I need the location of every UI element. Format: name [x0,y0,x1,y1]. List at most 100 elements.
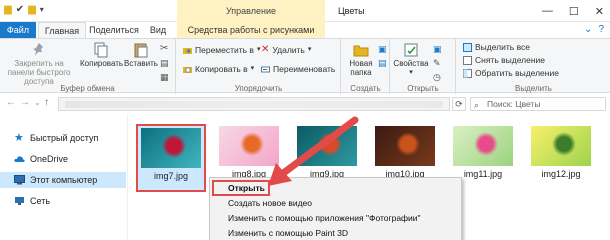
file-item-img11[interactable]: img11.jpg [448,124,518,179]
copy-path-icon[interactable]: ▤ [160,57,169,69]
folder-move-icon [183,47,192,54]
thumbnail-img11 [453,126,513,166]
properties-quick-icon[interactable]: ✔ [16,4,24,16]
recent-locations-icon[interactable]: ⌄ [34,98,41,107]
address-bar[interactable] [58,97,450,111]
customize-qat-icon[interactable]: ▾ [40,4,44,16]
up-icon[interactable]: ↑ [44,97,49,108]
maximize-button[interactable]: ☐ [569,5,579,18]
organize-group-label: Упорядочить [234,84,283,93]
delete-icon: ✕ [261,44,270,55]
chevron-down-icon: ▾ [409,69,413,76]
sidebar-item-network[interactable]: Сеть [0,193,126,209]
open-group-label: Открыть [407,84,439,93]
easy-access-icon[interactable]: ▤ [378,57,387,69]
open-icon[interactable]: ▣ [433,43,442,55]
forward-icon[interactable]: → [20,97,30,108]
title-bar: ▆ ✔ ▆ ▾ Управление Цветы — ☐ ✕ [0,0,610,22]
copy-to-button[interactable]: Копировать в ▾ [183,63,254,75]
invert-selection-button[interactable]: Обратить выделение [463,67,559,79]
tab-file[interactable]: Файл [0,22,36,38]
move-to-label: Переместить в [195,45,254,55]
properties-button[interactable]: Свойства ▾ [393,42,429,77]
help-icon[interactable]: ? [598,24,604,35]
address-path-blurred [65,101,443,108]
select-all-button[interactable]: Выделить все [463,41,530,53]
menu-item-create-video[interactable]: Создать новое видео [210,196,461,211]
file-item-img10[interactable]: img10.jpg [370,124,440,179]
delete-button[interactable]: ✕ Удалить ▾ [261,44,311,56]
new-item-icon[interactable]: ▣ [378,43,387,55]
copy-label: Копировать [80,59,124,68]
search-placeholder: Поиск: Цветы [487,99,541,109]
folder-copy-icon [183,66,192,73]
refresh-icon[interactable]: ⟳ [452,97,466,111]
tab-picture-tools[interactable]: Средства работы с рисунками [177,22,325,38]
menu-item-edit-paint3d[interactable]: Изменить с помощью Paint 3D [210,226,461,240]
sidebar-item-quick-access[interactable]: ★ Быстрый доступ [0,130,126,146]
thumbnail-img10 [375,126,435,166]
clipboard-group-label: Буфер обмена [60,84,115,93]
explorer-icon: ▆ [4,4,12,15]
create-group: Новая папка ▣ ▤ Создать [342,39,390,94]
pin-label: Закрепить на панели быстрого доступа [7,59,71,86]
new-folder-label: Новая папка [349,59,373,77]
sidebar-item-this-pc[interactable]: Этот компьютер [0,172,126,188]
collapse-ribbon-icon[interactable]: ⌄ [584,24,592,35]
navigation-bar: ← → ⌄ ↑ ⟳ ⌕ Поиск: Цветы [0,94,610,114]
copy-button[interactable]: Копировать [80,42,124,68]
file-item-img8[interactable]: img8.jpg [214,124,284,179]
cut-icon[interactable]: ✂ [160,43,168,55]
thumbnail-img7 [141,128,201,168]
chevron-down-icon: ▾ [250,65,255,72]
minimize-button[interactable]: — [542,5,553,17]
sidebar-item-label: Быстрый доступ [30,133,99,143]
search-input[interactable]: ⌕ Поиск: Цветы [470,97,606,111]
file-item-img12[interactable]: img12.jpg [526,124,596,179]
edit-icon[interactable]: ✎ [433,57,441,69]
tab-home[interactable]: Главная [38,22,86,38]
pin-quick-access-button[interactable]: Закрепить на панели быстрого доступа [2,42,76,86]
network-icon [15,197,24,205]
copy-to-label: Копировать в [195,64,248,74]
file-item-img7[interactable]: img7.jpg [136,124,206,192]
sidebar-item-onedrive[interactable]: OneDrive [0,151,126,167]
file-name: img12.jpg [541,169,581,179]
properties-label: Свойства [393,59,429,68]
quick-access-toolbar: ▆ ✔ ▆ ▾ [4,4,44,16]
file-item-img9[interactable]: img9.jpg [292,124,362,179]
ribbon: Закрепить на панели быстрого доступа Коп… [0,38,610,94]
paste-shortcut-icon[interactable]: ▦ [160,71,169,83]
history-icon[interactable]: ◷ [433,71,441,83]
menu-item-edit-photos[interactable]: Изменить с помощью приложения "Фотографи… [210,211,461,226]
chevron-down-icon: ▾ [256,46,261,53]
open-group: Свойства ▾ ▣ ✎ ◷ Открыть [391,39,456,94]
invert-selection-label: Обратить выделение [475,68,559,78]
rename-label: Переименовать [273,64,336,74]
delete-label: Удалить [272,45,305,55]
rename-button[interactable]: Переименовать [261,63,335,75]
close-button[interactable]: ✕ [595,5,604,18]
new-folder-icon [353,45,369,57]
properties-icon [404,43,418,57]
paste-label: Вставить [124,59,158,68]
new-folder-button[interactable]: Новая папка [344,42,378,77]
back-icon[interactable]: ← [6,97,16,108]
select-none-button[interactable]: Снять выделение [463,54,545,66]
sidebar-item-label: Этот компьютер [30,175,98,185]
select-group-label: Выделить [515,84,552,93]
tab-share[interactable]: Поделиться [88,22,140,38]
select-all-icon [463,42,472,52]
navigation-pane: ★ Быстрый доступ OneDrive Этот компьютер… [0,114,128,240]
new-folder-quick-icon[interactable]: ▆ [28,4,36,16]
tab-view[interactable]: Вид [142,22,174,38]
create-group-label: Создать [350,84,381,93]
computer-icon [14,175,25,185]
window-title: Цветы [338,6,365,16]
thumbnail-img12 [531,126,591,166]
menu-item-open[interactable]: Открыть [210,181,461,196]
move-to-button[interactable]: Переместить в ▾ [183,44,260,56]
ribbon-tabs: Файл Главная Поделиться Вид Средства раб… [0,22,610,38]
ribbon-help-controls: ⌄ ? [584,24,604,35]
paste-button[interactable]: Вставить [124,42,158,68]
